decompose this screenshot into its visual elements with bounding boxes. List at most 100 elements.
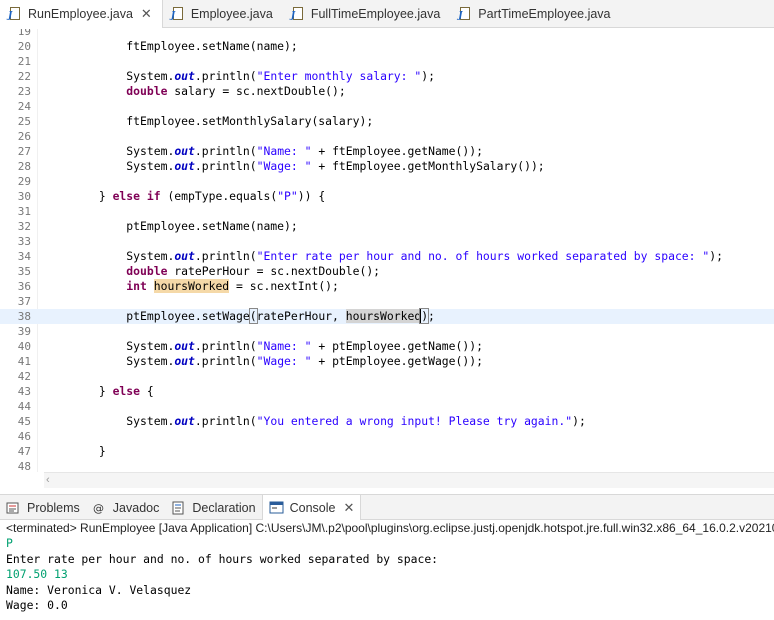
code-text: } [44, 444, 106, 459]
line-number: 38 [17, 310, 31, 323]
code-line[interactable]: 36 int hoursWorked = sc.nextInt(); [0, 279, 774, 294]
code-line[interactable]: 25 ftEmployee.setMonthlySalary(salary); [0, 114, 774, 129]
code-token: out [174, 144, 195, 158]
code-line[interactable]: 28 System.out.println("Wage: " + ftEmplo… [0, 159, 774, 174]
code-token: .println( [194, 354, 257, 368]
console-output-line: Name: Veronica V. Velasquez [6, 582, 192, 597]
code-line[interactable]: 22 System.out.println("Enter monthly sal… [0, 69, 774, 84]
code-line[interactable]: 48 [0, 459, 774, 472]
view-tab-label: Console [289, 500, 336, 515]
editor-tab-label: FullTimeEmployee.java [310, 7, 441, 21]
console-output-line: Wage: 0.0 [6, 598, 68, 612]
code-line[interactable]: 44 [0, 399, 774, 414]
code-line[interactable]: 40 System.out.println("Name: " + ptEmplo… [0, 339, 774, 354]
code-token: { [140, 384, 154, 398]
code-token: ); [572, 414, 586, 428]
code-line[interactable]: 24 [0, 99, 774, 114]
code-token: else [112, 189, 141, 203]
line-number: 43 [17, 385, 31, 398]
code-text: ptEmployee.setName(name); [44, 219, 298, 234]
code-token: out [174, 414, 195, 428]
code-line[interactable]: 30 } else if (empType.equals("P")) { [0, 189, 774, 204]
editor-tab-parttimeemployee[interactable]: J PartTimeEmployee.java [450, 0, 620, 28]
javadoc-icon: @ [92, 501, 108, 515]
editor-horizontal-scrollbar[interactable]: ‹ [44, 472, 774, 488]
code-line[interactable]: 38 ptEmployee.setWage(ratePerHour, hours… [0, 308, 774, 324]
line-number: 21 [17, 55, 31, 68]
code-line[interactable]: 19 [0, 29, 774, 39]
line-number: 40 [17, 340, 31, 353]
line-number: 24 [17, 100, 31, 113]
code-line[interactable]: 43 } else { [0, 384, 774, 399]
line-number: 34 [17, 250, 31, 263]
scroll-left-arrow-icon[interactable]: ‹ [46, 474, 50, 486]
code-text: System.out.println("Wage: " + ptEmployee… [44, 354, 483, 369]
code-line[interactable]: 42 [0, 369, 774, 384]
code-token: } [44, 384, 113, 398]
editor-tab-employee[interactable]: J Employee.java [163, 0, 283, 28]
code-line[interactable]: 35 double ratePerHour = sc.nextDouble(); [0, 264, 774, 279]
editor-tab-runemployee[interactable]: J RunEmployee.java ✕ [0, 0, 163, 28]
line-number: 25 [17, 115, 31, 128]
line-number: 45 [17, 415, 31, 428]
console-icon [269, 501, 285, 515]
code-line[interactable]: 37 [0, 294, 774, 309]
code-token: ftEmployee.setName(name); [44, 39, 298, 53]
code-line[interactable]: 23 double salary = sc.nextDouble(); [0, 84, 774, 99]
code-token: out [174, 249, 195, 263]
view-tab-console[interactable]: Console ✕ [261, 495, 362, 520]
editor-tab-fulltimeemployee[interactable]: J FullTimeEmployee.java [283, 0, 450, 28]
code-token: "Enter monthly salary: " [256, 69, 422, 83]
code-line[interactable]: 20 ftEmployee.setName(name); [0, 39, 774, 54]
code-line[interactable]: 31 [0, 204, 774, 219]
code-line[interactable]: 47 } [0, 444, 774, 459]
code-text: System.out.println("Name: " + ptEmployee… [44, 339, 483, 354]
view-tab-javadoc[interactable]: @ Javadoc [86, 495, 166, 520]
code-line[interactable]: 32 ptEmployee.setName(name); [0, 219, 774, 234]
code-token: double [126, 264, 168, 278]
code-line[interactable]: 33 [0, 234, 774, 249]
code-token: } [44, 444, 106, 458]
code-line[interactable]: 41 System.out.println("Wage: " + ptEmplo… [0, 354, 774, 369]
line-number: 22 [17, 70, 31, 83]
code-line[interactable]: 21 [0, 54, 774, 69]
code-token: ratePerHour = sc.nextDouble(); [167, 264, 381, 278]
code-token: ftEmployee.setMonthlySalary(salary); [44, 114, 374, 128]
code-line[interactable]: 29 [0, 174, 774, 189]
code-text: } else if (empType.equals("P")) { [44, 189, 325, 204]
line-number: 36 [17, 280, 31, 293]
code-token: ); [709, 249, 723, 263]
code-token: "P" [277, 189, 298, 203]
code-line[interactable]: 27 System.out.println("Name: " + ftEmplo… [0, 144, 774, 159]
console-status-header: <terminated> RunEmployee [Java Applicati… [6, 521, 774, 535]
code-token: .println( [194, 249, 257, 263]
view-tab-declaration[interactable]: Declaration [165, 495, 261, 520]
line-number: 23 [17, 85, 31, 98]
code-token: out [174, 354, 195, 368]
close-tab-icon[interactable]: ✕ [141, 6, 152, 22]
code-line[interactable]: 26 [0, 129, 774, 144]
code-text: ftEmployee.setMonthlySalary(salary); [44, 114, 373, 129]
view-tab-problems[interactable]: Problems [0, 495, 86, 520]
code-token: + ptEmployee.getWage()); [311, 354, 483, 368]
editor-tab-bar: J RunEmployee.java ✕ J Employee.java J FullTim… [0, 0, 774, 28]
console-output[interactable]: P Enter rate per hour and no. of hours wo… [0, 536, 774, 620]
code-line[interactable]: 34 System.out.println("Enter rate per ho… [0, 249, 774, 264]
line-number: 26 [17, 130, 31, 143]
code-token: ptEmployee.setWage [44, 309, 250, 323]
code-editor[interactable]: 19 20 ftEmployee.setName(name); 21 22 Syste… [0, 29, 774, 472]
java-file-icon: J [8, 6, 22, 22]
code-line[interactable]: 45 System.out.println("You entered a wro… [0, 414, 774, 429]
line-number: 31 [17, 205, 31, 218]
code-token: ptEmployee.setName(name); [44, 219, 298, 233]
code-line[interactable]: 39 [0, 324, 774, 339]
code-line[interactable]: 46 [0, 429, 774, 444]
code-token: } [44, 189, 113, 203]
line-number: 28 [17, 160, 31, 173]
code-text: System.out.println("Enter monthly salary… [44, 69, 435, 84]
code-token: hoursWorked [345, 309, 422, 323]
close-view-icon[interactable]: ✕ [343, 500, 354, 516]
